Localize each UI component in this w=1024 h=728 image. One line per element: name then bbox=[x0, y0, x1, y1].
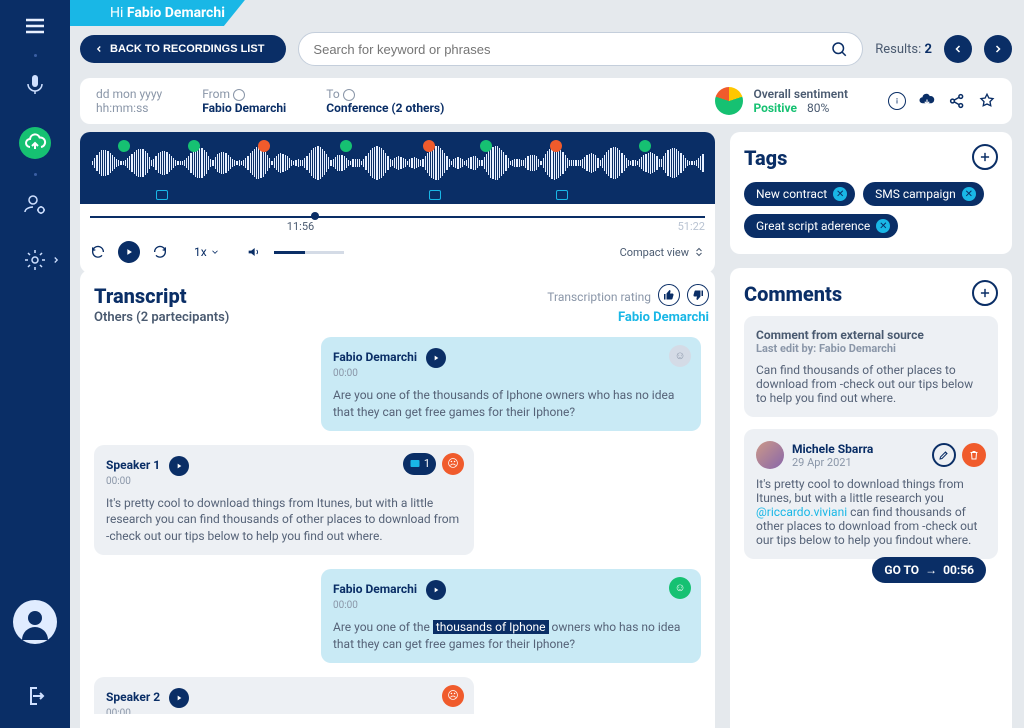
marker-negative[interactable] bbox=[258, 140, 270, 152]
star-icon[interactable] bbox=[978, 92, 996, 110]
rewind-icon[interactable] bbox=[90, 244, 106, 260]
settings-icon[interactable] bbox=[21, 246, 49, 274]
waveform[interactable] bbox=[80, 132, 715, 204]
recording-meta-card: dd mon yyyy hh:mm:ss From Fabio Demarchi… bbox=[80, 78, 1012, 124]
volume-slider[interactable] bbox=[274, 251, 344, 254]
search-icon[interactable] bbox=[830, 40, 848, 58]
sentiment-negative-icon: ☹ bbox=[442, 453, 464, 475]
prev-result-button[interactable] bbox=[944, 35, 972, 63]
tag-chip: Great script aderence✕ bbox=[744, 214, 898, 238]
marker-positive[interactable] bbox=[639, 140, 651, 152]
share-icon[interactable] bbox=[948, 92, 966, 110]
marker-positive[interactable] bbox=[188, 140, 200, 152]
time-total: 51:22 bbox=[678, 220, 705, 233]
progress-bar[interactable] bbox=[90, 210, 705, 218]
greeting-chip: Hi Fabio Demarchi bbox=[70, 0, 245, 26]
rail-separator bbox=[34, 173, 37, 176]
rail-separator bbox=[34, 54, 37, 57]
marker-positive[interactable] bbox=[480, 140, 492, 152]
sentiment-neutral-icon: ☺ bbox=[669, 345, 691, 367]
sentiment-negative-icon: ☹ bbox=[442, 685, 464, 707]
note-badge[interactable]: 1 bbox=[403, 453, 436, 475]
avatar[interactable] bbox=[13, 600, 57, 644]
thumbs-up-icon[interactable] bbox=[658, 284, 680, 306]
remove-tag-icon[interactable]: ✕ bbox=[833, 187, 847, 201]
face-negative-icon bbox=[343, 89, 355, 101]
face-positive-icon bbox=[233, 89, 245, 101]
search-input[interactable] bbox=[313, 42, 830, 57]
forward-icon[interactable] bbox=[152, 244, 168, 260]
meta-to: To Conference (2 others) bbox=[326, 87, 444, 115]
edit-comment-icon[interactable] bbox=[932, 443, 956, 467]
remove-tag-icon[interactable]: ✕ bbox=[962, 187, 976, 201]
transcript-message: Speaker 1 00:00 1 ☹ It's pretty cool to … bbox=[94, 445, 474, 555]
next-result-button[interactable] bbox=[984, 35, 1012, 63]
comment-card: Comment from external source Last edit b… bbox=[744, 316, 998, 417]
user-settings-icon[interactable] bbox=[21, 190, 49, 218]
time-current: 11:56 bbox=[287, 220, 314, 233]
back-button-label: BACK TO RECORDINGS LIST bbox=[110, 43, 264, 55]
play-message-button[interactable] bbox=[169, 456, 189, 476]
transcript-message: Fabio Demarchi 00:00 ☺ Are you one of th… bbox=[321, 569, 701, 663]
tags-title: Tags bbox=[744, 146, 998, 170]
download-icon[interactable] bbox=[918, 92, 936, 110]
logout-icon[interactable] bbox=[21, 682, 49, 710]
play-message-button[interactable] bbox=[426, 348, 446, 368]
sentiment-block: Overall sentiment Positive80% bbox=[715, 87, 848, 115]
left-rail bbox=[0, 0, 70, 728]
transcript-panel: Transcript Others (2 partecipants) Trans… bbox=[80, 270, 715, 728]
info-icon[interactable] bbox=[888, 92, 906, 110]
note-marker-icon[interactable] bbox=[156, 190, 168, 200]
comments-title: Comments bbox=[744, 282, 1006, 306]
microphone-icon[interactable] bbox=[21, 71, 49, 99]
compact-view-toggle[interactable]: Compact view bbox=[620, 246, 705, 259]
audio-player: 11:56 51:22 1x Compact view bbox=[80, 132, 715, 273]
marker-positive[interactable] bbox=[118, 140, 130, 152]
meta-datetime: dd mon yyyy hh:mm:ss bbox=[96, 87, 162, 115]
mention-link[interactable]: @riccardo.viviani bbox=[756, 505, 847, 519]
add-comment-button[interactable] bbox=[972, 280, 998, 306]
note-marker-icon[interactable] bbox=[556, 190, 568, 200]
tag-chip: SMS campaign✕ bbox=[863, 182, 984, 206]
play-message-button[interactable] bbox=[169, 688, 189, 708]
thumbs-down-icon[interactable] bbox=[687, 284, 709, 306]
play-message-button[interactable] bbox=[426, 580, 446, 600]
sentiment-positive-icon: ☺ bbox=[669, 577, 691, 599]
search-input-wrap[interactable] bbox=[298, 32, 863, 66]
results-counter: Results: 2 bbox=[875, 42, 932, 57]
transcript-message: Speaker 2 00:00 ☹ It's pretty cool to do… bbox=[94, 677, 474, 714]
tags-panel: Tags New contract✕ SMS campaign✕ Great s… bbox=[730, 132, 1012, 254]
transcript-title: Transcript bbox=[94, 284, 229, 308]
meta-from: From Fabio Demarchi bbox=[202, 87, 286, 115]
volume-icon[interactable] bbox=[246, 244, 262, 260]
rating-label: Transcription rating bbox=[547, 290, 651, 304]
play-button[interactable] bbox=[118, 241, 140, 263]
greeting-prefix: Hi bbox=[110, 5, 127, 21]
marker-negative[interactable] bbox=[423, 140, 435, 152]
transcript-subtitle: Others (2 partecipants) bbox=[94, 310, 229, 325]
add-tag-button[interactable] bbox=[972, 144, 998, 170]
cloud-upload-icon[interactable] bbox=[19, 127, 51, 159]
greeting-name: Fabio Demarchi bbox=[127, 5, 225, 21]
sentiment-pie-icon bbox=[715, 87, 743, 115]
tag-chip: New contract✕ bbox=[744, 182, 855, 206]
remove-tag-icon[interactable]: ✕ bbox=[876, 219, 890, 233]
note-marker-icon[interactable] bbox=[429, 190, 441, 200]
speed-select[interactable]: 1x bbox=[194, 245, 220, 259]
header-bar: BACK TO RECORDINGS LIST Results: 2 bbox=[80, 32, 1012, 66]
transcript-message: Fabio Demarchi 00:00 ☺ Are you one of th… bbox=[321, 337, 701, 431]
transcript-person: Fabio Demarchi bbox=[547, 310, 709, 325]
hamburger-icon[interactable] bbox=[21, 12, 49, 40]
goto-time-button[interactable]: GO TO→00:56 bbox=[872, 557, 986, 583]
comment-card: Michele Sbarra29 Apr 2021 It's pretty co… bbox=[744, 429, 998, 559]
back-button[interactable]: BACK TO RECORDINGS LIST bbox=[80, 35, 286, 63]
marker-negative[interactable] bbox=[550, 140, 562, 152]
avatar bbox=[756, 441, 784, 469]
search-highlight: thousands of Iphone bbox=[433, 620, 549, 634]
delete-comment-icon[interactable] bbox=[962, 443, 986, 467]
comments-panel: Comments Comment from external source La… bbox=[730, 268, 1012, 728]
